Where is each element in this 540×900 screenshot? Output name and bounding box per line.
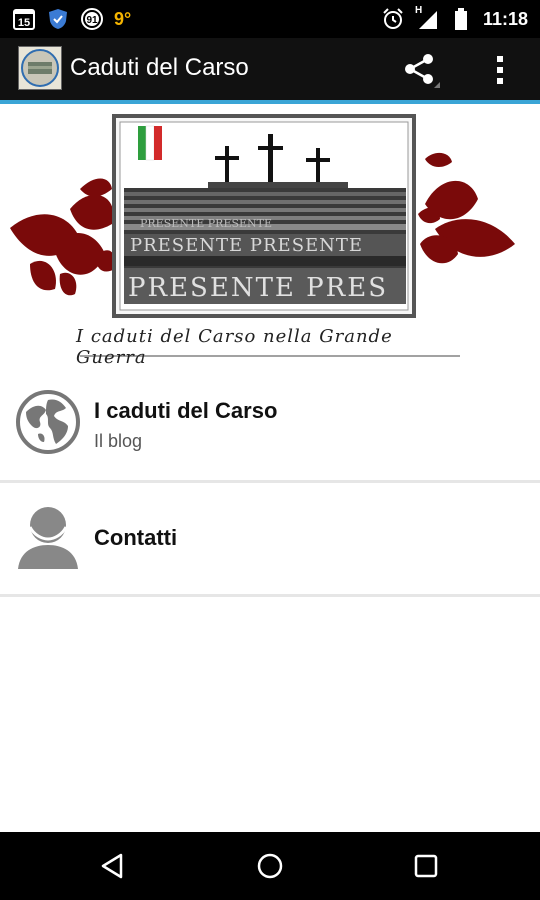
calendar-icon: 15 [12,7,36,31]
alarm-icon [381,7,405,31]
shield-icon [46,7,70,31]
status-bar: 15 91 9° H 11:18 [0,0,540,38]
battery-icon [449,7,473,31]
app-logo-icon[interactable] [18,46,62,90]
navigation-bar [0,832,540,900]
badge-count: 91 [86,15,98,26]
clock: 11:18 [482,8,528,29]
overflow-menu-button[interactable] [486,52,516,88]
back-icon [101,853,123,879]
back-button[interactable] [92,848,132,884]
home-button[interactable] [250,848,290,884]
recents-icon [414,854,438,878]
share-button[interactable] [400,52,440,88]
sign-text-top: PRESENTE PRESENTE [140,217,272,230]
menu-list: I caduti del Carso Il blog Contatti [0,366,540,597]
more-vert-icon [497,56,503,84]
left-leaves-decoration [10,178,116,296]
sign-text-mid: PRESENTE PRESENTE [130,235,363,256]
sign-text-bottom: PRESENTE PRES [128,273,388,303]
list-item-contatti[interactable]: Contatti [0,483,540,597]
list-item-blog[interactable]: I caduti del Carso Il blog [0,366,540,483]
action-bar: Caduti del Carso [0,38,540,104]
person-icon [16,505,80,569]
banner-caption: I caduti del Carso nella Grande Guerra [76,326,393,368]
badge-icon: 91 [80,7,104,31]
list-item-title: I caduti del Carso [94,398,278,423]
calendar-day: 15 [18,17,30,29]
header-banner: PRESENTE PRESENTE PRESENTE PRESENTE PRES… [0,104,540,368]
network-type: H [414,5,423,16]
share-icon [405,54,433,84]
memorial-photo: PRESENTE PRESENTE PRESENTE PRESENTE PRES… [112,114,416,318]
signal-icon: H [414,5,439,31]
globe-icon [16,390,80,454]
app-title: Caduti del Carso [70,54,249,81]
recents-button[interactable] [406,848,446,884]
temperature: 9° [114,8,132,29]
list-item-title: Contatti [94,525,178,550]
italian-flag-icon [138,125,162,161]
right-leaves-decoration [418,152,515,264]
list-item-subtitle: Il blog [94,431,143,451]
home-icon [257,853,283,879]
